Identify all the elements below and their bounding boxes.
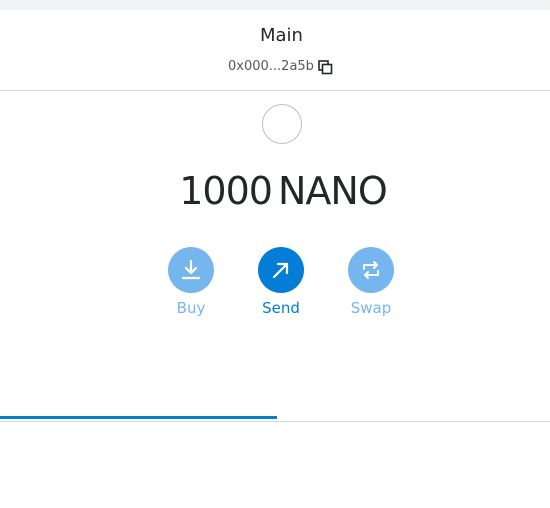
token-avatar: [262, 104, 302, 144]
send-label[interactable]: Send: [246, 299, 316, 317]
copy-icon[interactable]: [318, 59, 333, 75]
token-balance: 1000 NANO: [0, 169, 550, 213]
swap-button[interactable]: Swap: [336, 247, 406, 317]
asset-tabs: [0, 416, 550, 422]
balance-amount: 1000: [179, 169, 273, 213]
account-address[interactable]: 0x000...2a5b: [228, 59, 314, 75]
send-button[interactable]: Send: [246, 247, 316, 317]
download-arrow-icon: [181, 259, 201, 280]
send-icon-circle[interactable]: [258, 247, 304, 293]
swap-icon-circle[interactable]: [348, 247, 394, 293]
account-header: Main 0x000...2a5b: [0, 10, 550, 91]
copy-address-button[interactable]: 0x000...2a5b: [228, 58, 333, 76]
asset-overview: 1000 NANO Buy Send Swap: [0, 91, 550, 420]
swap-arrows-icon: [363, 261, 379, 279]
account-name[interactable]: Main: [0, 25, 550, 47]
buy-button[interactable]: Buy: [156, 247, 226, 317]
action-buttons: Buy Send Swap: [0, 247, 550, 327]
active-tab-indicator[interactable]: [0, 416, 277, 419]
buy-icon-circle[interactable]: [168, 247, 214, 293]
balance-symbol: NANO: [277, 169, 388, 213]
arrow-up-right-icon: [272, 262, 289, 279]
swap-label[interactable]: Swap: [336, 299, 406, 317]
buy-label[interactable]: Buy: [156, 299, 226, 317]
top-strip: [0, 0, 550, 10]
